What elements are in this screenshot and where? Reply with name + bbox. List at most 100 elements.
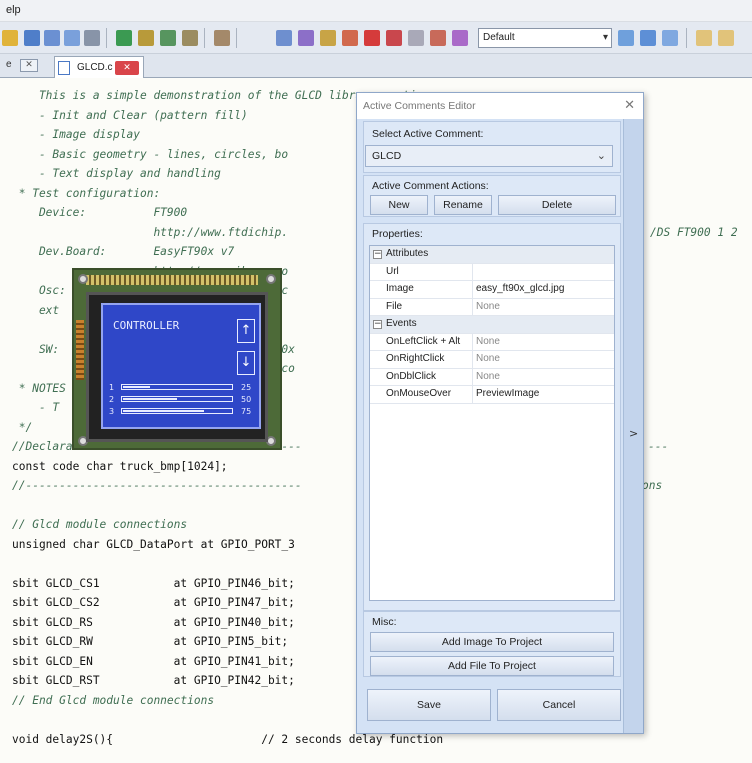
code-line: sbit GLCD_RST at GPIO_PIN42_bit; <box>12 674 295 687</box>
options-icon[interactable] <box>408 30 424 46</box>
property-value[interactable]: None <box>476 353 500 364</box>
lcd-bar-index: 3 <box>109 407 115 416</box>
find-icon[interactable] <box>160 30 176 46</box>
property-row[interactable]: OnMouseOver PreviewImage <box>370 386 614 404</box>
new-button[interactable]: New <box>370 195 428 215</box>
mount-hole <box>78 274 88 284</box>
save-button[interactable]: Save <box>367 689 491 721</box>
arrow-up-icon: ↑ <box>237 319 255 343</box>
lcd-bar-value: 25 <box>241 383 252 392</box>
property-row[interactable]: OnRightClick None <box>370 351 614 369</box>
lcd-progress-fill <box>123 398 177 400</box>
close-icon[interactable]: ✕ <box>624 98 635 113</box>
lcd-bar-index: 1 <box>109 383 115 392</box>
delete-button[interactable]: Delete <box>498 195 616 215</box>
bookmark-icon[interactable] <box>298 30 314 46</box>
property-value[interactable]: easy_ft90x_glcd.jpg <box>476 283 564 294</box>
close-icon[interactable]: ✕ <box>20 59 38 72</box>
code-line: - Text display and handling <box>12 167 221 180</box>
property-row[interactable]: File None <box>370 298 614 316</box>
help-icon[interactable] <box>320 30 336 46</box>
property-value[interactable]: None <box>476 301 500 312</box>
code-line-fragment: /DS FT900 1 2 <box>650 225 738 239</box>
properties-label: Properties: <box>372 228 423 240</box>
comment-icon[interactable] <box>386 30 402 46</box>
property-name: OnMouseOver <box>386 388 452 399</box>
grid-divider <box>472 351 473 369</box>
select-comment-label: Select Active Comment: <box>372 128 484 140</box>
active-comment-icon[interactable] <box>452 30 468 46</box>
tab-previous[interactable]: e <box>6 59 12 70</box>
lcd-progress-bar <box>121 408 233 414</box>
save-as-icon[interactable] <box>64 30 80 46</box>
property-value[interactable]: PreviewImage <box>476 388 539 399</box>
undo-icon[interactable] <box>116 30 132 46</box>
property-name: Url <box>386 265 399 277</box>
goto-icon[interactable] <box>364 30 380 46</box>
scheme-combo-value: Default <box>483 32 515 43</box>
property-category[interactable]: − Events <box>370 316 614 334</box>
tab-glcd-c[interactable]: GLCD.c ✕ <box>54 56 144 78</box>
code-line: // End Glcd module connections <box>12 693 215 707</box>
tab-label: GLCD.c <box>77 62 113 73</box>
property-row[interactable]: Image easy_ft90x_glcd.jpg <box>370 281 614 299</box>
indent-icon[interactable] <box>276 30 292 46</box>
save-icon[interactable] <box>24 30 40 46</box>
code-line: Device: FT900 <box>12 206 188 219</box>
add-file-button[interactable]: Add File To Project <box>370 656 614 676</box>
redo-icon[interactable] <box>138 30 154 46</box>
tools-icon[interactable] <box>430 30 446 46</box>
scheme-combo[interactable]: Default ▾ <box>478 28 612 48</box>
lcd-progress-bar <box>121 396 233 402</box>
rename-button[interactable]: Rename <box>434 195 492 215</box>
build-icon[interactable] <box>214 30 230 46</box>
layout3-icon[interactable] <box>662 30 678 46</box>
dialog-title-bar: Active Comments Editor ✕ <box>357 93 643 119</box>
property-value[interactable]: None <box>476 371 500 382</box>
toolbar-separator <box>686 28 687 48</box>
code-line: - Init and Clear (pattern fill) <box>12 108 248 122</box>
close-tab-icon[interactable]: ✕ <box>115 61 139 75</box>
menu-bar: elp <box>0 0 752 22</box>
run-icon[interactable] <box>2 30 18 46</box>
menu-item-help[interactable]: elp <box>6 4 21 16</box>
toolbar-separator <box>236 28 237 48</box>
code-line: sbit GLCD_RW at GPIO_PIN5_bit; <box>12 635 289 648</box>
property-category[interactable]: − Attributes <box>370 246 614 264</box>
code-line: unsigned char GLCD_DataPort at GPIO_PORT… <box>12 537 295 551</box>
property-name: OnRightClick <box>386 353 445 364</box>
tab-bar: e ✕ GLCD.c ✕ <box>0 54 752 78</box>
mount-hole <box>266 274 276 284</box>
collapse-icon[interactable]: − <box>373 320 382 329</box>
lcd-bar-index: 2 <box>109 395 115 404</box>
chevron-down-icon: ▾ <box>602 32 608 43</box>
flex-cable <box>76 320 84 380</box>
cancel-button[interactable]: Cancel <box>497 689 621 721</box>
code-line: sbit GLCD_CS1 at GPIO_PIN46_bit; <box>12 576 295 590</box>
chevron-down-icon: ⌄ <box>596 149 606 162</box>
property-row[interactable]: Url <box>370 263 614 281</box>
misc-label: Misc: <box>372 616 397 628</box>
save-all-icon[interactable] <box>44 30 60 46</box>
side-expand-strip[interactable]: > <box>623 119 643 733</box>
property-row[interactable]: OnLeftClick + Alt None <box>370 333 614 351</box>
code-line: * NOTES <box>12 381 66 395</box>
property-name: OnLeftClick + Alt <box>386 335 461 347</box>
property-row[interactable]: OnDblClick None <box>370 368 614 386</box>
layout2-icon[interactable] <box>640 30 656 46</box>
property-grid[interactable]: − Attributes Url Image easy_ft90x_glcd.jpg Fi… <box>369 245 615 601</box>
grid-divider <box>472 386 473 404</box>
font-icon[interactable] <box>342 30 358 46</box>
bold-icon[interactable] <box>696 30 712 46</box>
code-line: - Image display <box>12 128 140 141</box>
property-value[interactable]: None <box>476 336 500 347</box>
active-comment-select[interactable]: GLCD ⌄ <box>365 145 613 167</box>
print-icon[interactable] <box>84 30 100 46</box>
replace-icon[interactable] <box>182 30 198 46</box>
code-line: Dev.Board: EasyFT90x v7 <box>12 245 235 258</box>
italic-icon[interactable] <box>718 30 734 46</box>
layout-icon[interactable] <box>618 30 634 46</box>
add-image-button[interactable]: Add Image To Project <box>370 632 614 652</box>
header-pins <box>86 275 258 285</box>
collapse-icon[interactable]: − <box>373 250 382 259</box>
